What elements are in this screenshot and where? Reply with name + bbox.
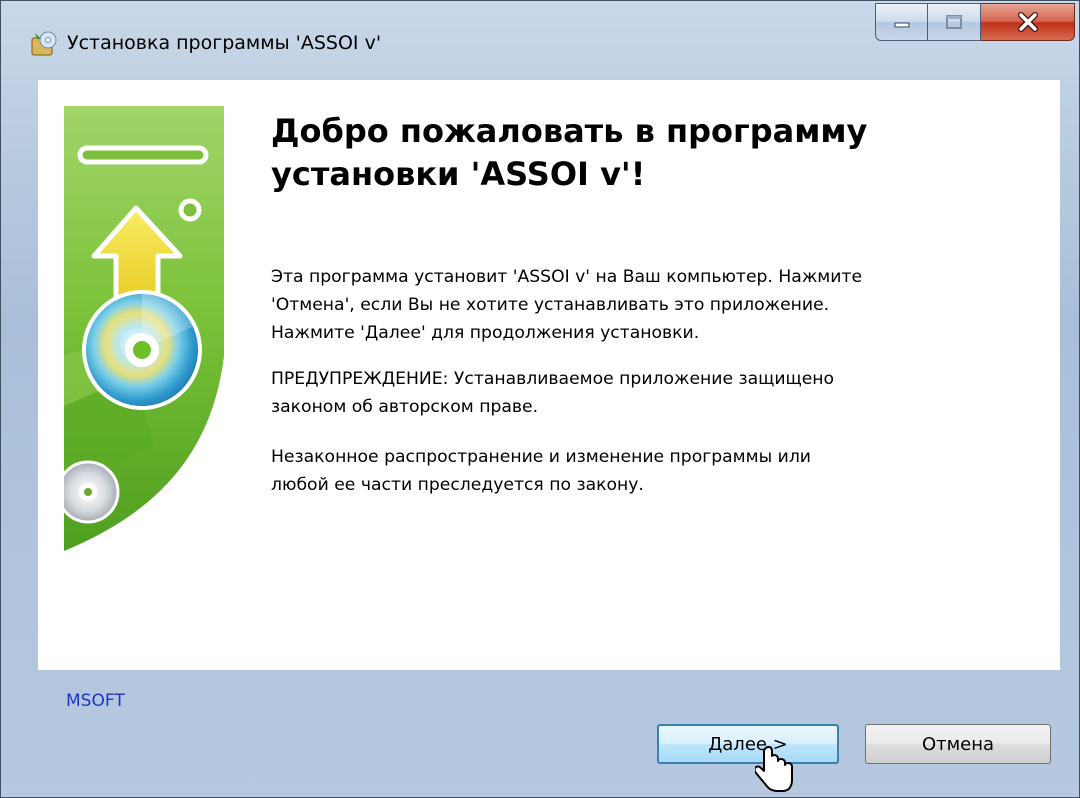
installer-app-icon (31, 31, 57, 56)
welcome-panel: Добро пожаловать в программу установки '… (38, 80, 1060, 670)
brand-label: MSOFT (66, 691, 125, 711)
welcome-heading: Добро пожаловать в программу установки '… (271, 112, 868, 193)
maximize-icon (946, 15, 962, 29)
close-button[interactable] (981, 3, 1075, 41)
install-cd-illustration (64, 106, 224, 590)
copyright-warning: ПРЕДУПРЕЖДЕНИЕ: Устанавливаемое приложен… (271, 369, 835, 417)
maximize-button[interactable] (928, 3, 981, 41)
intro-paragraph: Эта программа установит 'ASSOI v' на Ваш… (271, 267, 863, 343)
window-title: Установка программы 'ASSOI v' (67, 32, 382, 54)
legal-notice: Незаконное распространение и изменение п… (271, 447, 811, 495)
button-bar: MSOFT Далее > Отмена (38, 671, 1060, 779)
minimize-button[interactable] (875, 3, 928, 41)
installer-window: Установка программы 'ASSOI v' Добро пожа… (0, 0, 1080, 798)
close-icon (1017, 12, 1038, 32)
mouse-pointer-icon (755, 746, 793, 792)
next-button[interactable]: Далее > (657, 724, 839, 764)
caption-buttons (875, 3, 1075, 43)
cancel-button[interactable]: Отмена (865, 724, 1051, 764)
title-bar[interactable]: Установка программы 'ASSOI v' (1, 1, 1079, 79)
minimize-icon (894, 22, 909, 28)
